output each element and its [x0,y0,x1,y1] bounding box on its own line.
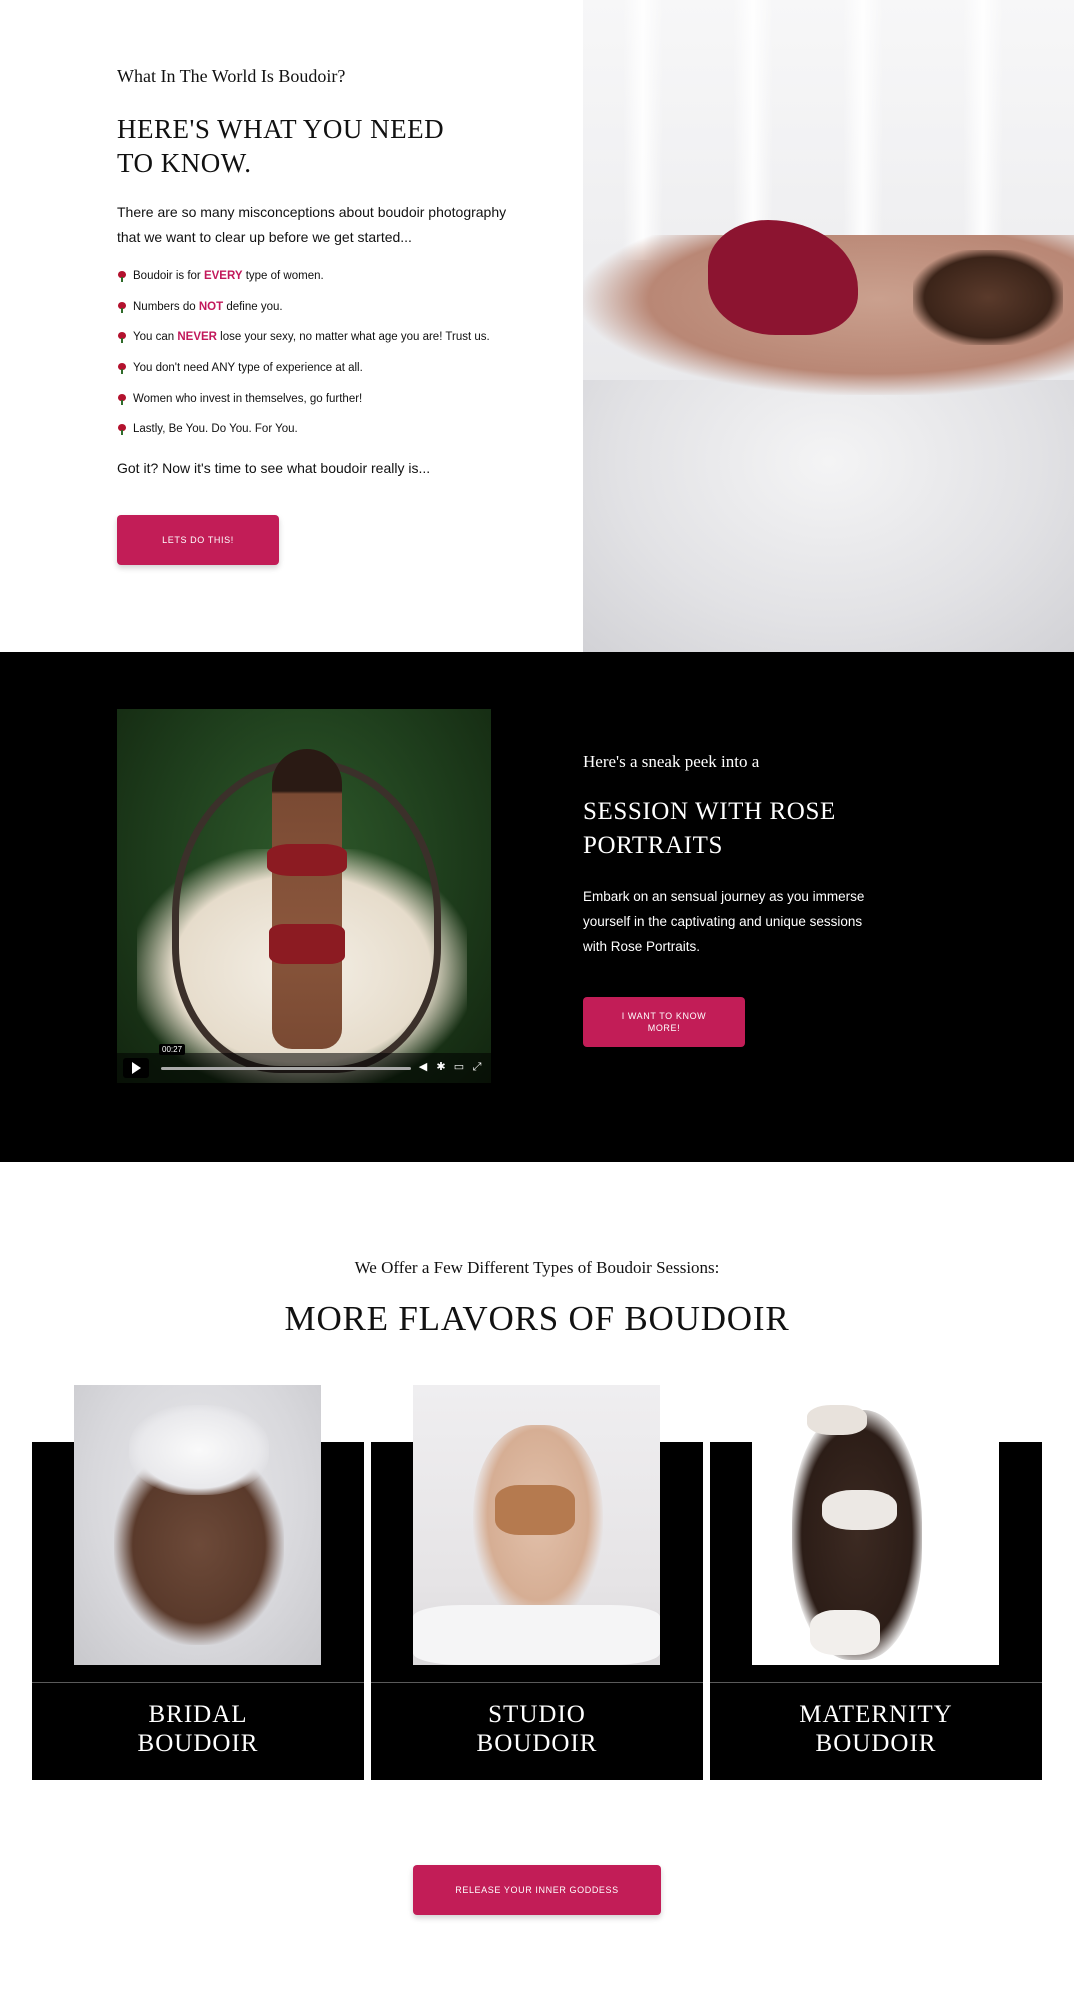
list-item: Boudoir is for EVERY type of women. [117,265,537,296]
list-item: Women who invest in themselves, go furth… [117,388,537,419]
play-icon[interactable] [123,1058,149,1078]
rose-icon [117,363,127,375]
intro-closing: Got it? Now it's time to see what boudoi… [117,460,431,476]
card-title: BRIDAL BOUDOIR [137,1701,259,1757]
release-inner-goddess-button[interactable]: RELEASE YOUR INNER GODDESS [413,1865,661,1915]
rose-icon [117,424,127,436]
video-description: Embark on an sensual journey as you imme… [583,889,865,954]
know-more-button[interactable]: I WANT TO KNOW MORE! [583,997,745,1047]
picture-in-picture-icon[interactable]: ▭ [453,1061,465,1073]
video-controls: 00:27 ◀ ✱ ▭ ⤢ [117,1044,491,1083]
video-timestamp: 00:27 [159,1044,186,1055]
card-title: MATERNITY BOUDOIR [799,1701,953,1757]
flavors-section: We Offer a Few Different Types of Boudoi… [0,1162,1074,2000]
emphasis-text: NEVER [177,331,217,344]
emphasis-text: EVERY [203,270,243,282]
boudoir-hero-photo [583,0,1074,652]
lets-do-this-button[interactable]: LETS DO THIS! [117,515,279,565]
list-item: You can NEVER lose your sexy, no matter … [117,326,537,357]
rose-icon [117,332,127,344]
list-item: Numbers do NOT define you. [117,296,537,327]
boudoir-facts-list: Boudoir is for EVERY type of women. Numb… [117,265,537,449]
video-section: 00:27 ◀ ✱ ▭ ⤢ Here's a sneak peek into a… [0,652,1074,1162]
session-video-player[interactable]: 00:27 ◀ ✱ ▭ ⤢ [117,709,491,1083]
intro-section: What In The World Is Boudoir? HERE'S WHA… [0,0,1074,652]
video-progress-bar[interactable] [161,1067,411,1070]
video-eyebrow: Here's a sneak peek into a [583,752,760,771]
intro-headline: HERE'S WHAT YOU NEED TO KNOW. [117,114,445,178]
flavors-headline: MORE FLAVORS OF BOUDOIR [284,1299,790,1338]
volume-icon[interactable]: ◀ [417,1061,429,1073]
video-headline: SESSION WITH ROSE PORTRAITS [583,798,836,859]
card-title: STUDIO BOUDOIR [476,1701,598,1757]
settings-icon[interactable]: ✱ [435,1061,447,1073]
maternity-boudoir-photo[interactable] [752,1385,999,1665]
intro-paragraph: There are so many misconceptions about b… [117,204,507,245]
rose-icon [117,393,127,405]
bridal-boudoir-photo[interactable] [74,1385,321,1665]
rose-icon [117,271,127,282]
studio-boudoir-photo[interactable] [413,1385,660,1665]
emphasis-text: NOT [198,300,224,313]
list-item: You don't need ANY type of experience at… [117,357,537,388]
flavors-eyebrow: We Offer a Few Different Types of Boudoi… [354,1258,720,1277]
intro-eyebrow: What In The World Is Boudoir? [117,66,346,86]
list-item: Lastly, Be You. Do You. For You. [117,418,537,449]
rose-icon [117,301,127,313]
fullscreen-icon[interactable]: ⤢ [471,1061,483,1073]
